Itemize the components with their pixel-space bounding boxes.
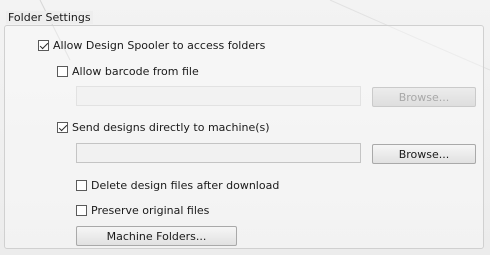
send-direct-option[interactable]: Send designs directly to machine(s) — [57, 121, 270, 134]
folder-settings-panel: Folder Settings Allow Design Spooler to … — [0, 0, 490, 255]
machine-folders-button[interactable]: Machine Folders... — [76, 226, 237, 246]
allow-barcode-checkbox[interactable] — [57, 66, 68, 77]
browse-machine-button[interactable]: Browse... — [372, 144, 476, 164]
send-direct-checkbox[interactable] — [57, 122, 68, 133]
group-title: Folder Settings — [6, 11, 93, 24]
delete-after-download-label: Delete design files after download — [91, 179, 280, 192]
barcode-path-field[interactable] — [76, 86, 361, 106]
preserve-original-option[interactable]: Preserve original files — [76, 204, 209, 217]
machine-path-field[interactable] — [76, 143, 361, 163]
delete-after-download-checkbox[interactable] — [76, 180, 87, 191]
browse-barcode-button[interactable]: Browse... — [372, 87, 476, 107]
allow-barcode-label: Allow barcode from file — [72, 65, 199, 78]
send-direct-label: Send designs directly to machine(s) — [72, 121, 270, 134]
delete-after-download-option[interactable]: Delete design files after download — [76, 179, 279, 192]
allow-spooler-label: Allow Design Spooler to access folders — [53, 39, 266, 52]
allow-barcode-option[interactable]: Allow barcode from file — [57, 65, 199, 78]
allow-spooler-checkbox[interactable] — [38, 40, 49, 51]
allow-spooler-option[interactable]: Allow Design Spooler to access folders — [38, 39, 265, 52]
preserve-original-label: Preserve original files — [91, 204, 210, 217]
preserve-original-checkbox[interactable] — [76, 205, 87, 216]
